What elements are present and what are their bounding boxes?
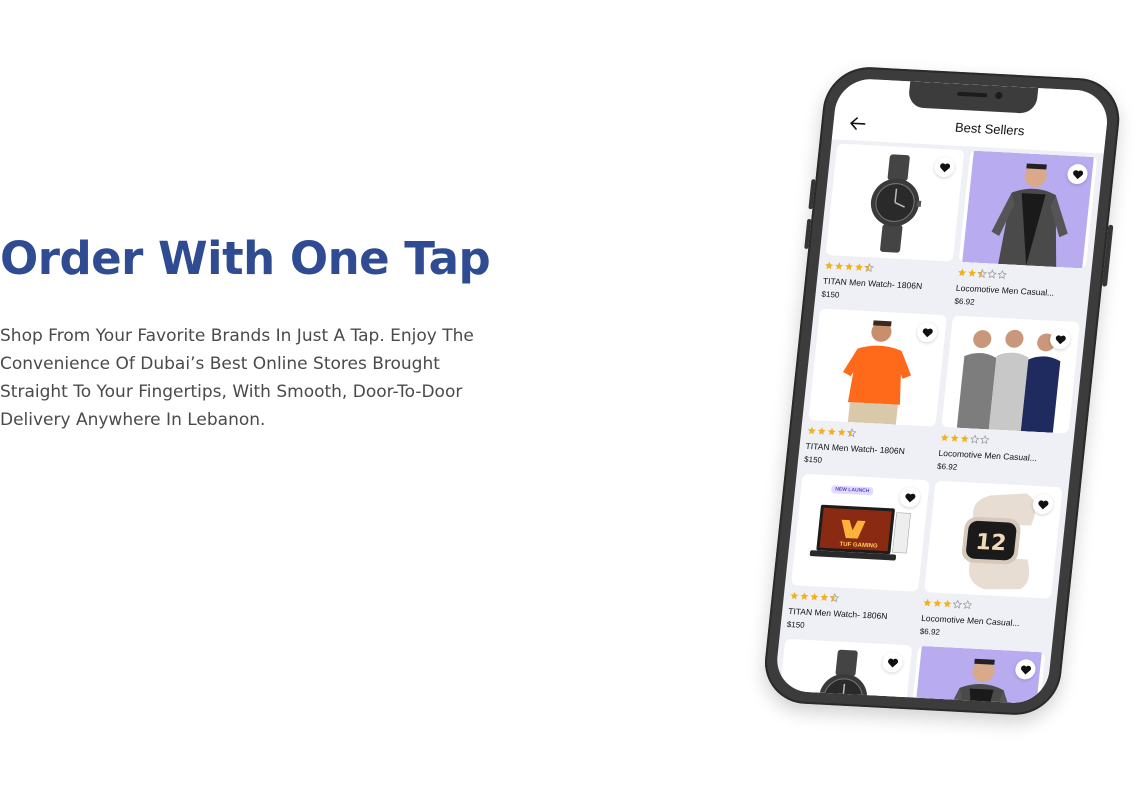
product-image[interactable] [906,645,1046,705]
star-icon [810,592,819,601]
star-icon [827,427,836,436]
phone-frame: Best Sellers TITAN Men Watch- 1806N $150… [760,65,1124,718]
star-icon [825,261,834,270]
star-icon [958,268,967,277]
star-icon [997,269,1008,280]
product-image[interactable]: NEW LAUNCH TUF GAMING [790,473,930,592]
rating-stars [824,261,952,278]
hero-title: Order With One Tap [0,232,491,285]
star-icon [807,426,816,435]
heart-icon [904,492,915,502]
star-icon [943,599,952,608]
star-icon [940,433,949,442]
phone-screen: Best Sellers TITAN Men Watch- 1806N $150… [773,77,1111,705]
product-card[interactable]: TITAN Men Watch- 1806N $150 [803,308,948,471]
product-price: $150 [821,289,840,300]
star-icon [845,262,854,271]
star-icon [829,593,840,603]
heart-icon [887,658,898,667]
product-image[interactable] [958,150,1098,269]
product-card[interactable]: 12 Locomotive Men Casual... $6.92 [919,480,1063,643]
star-icon [817,427,826,435]
hero-section: Order With One Tap Shop From Your Favori… [0,228,520,434]
rating-stars [789,591,917,608]
star-icon [923,598,932,607]
star-icon [835,262,844,270]
product-image[interactable] [773,638,913,705]
rating-stars [807,426,935,443]
phone-mockup: Best Sellers TITAN Men Watch- 1806N $150… [726,58,1142,763]
star-icon [790,591,799,600]
heart-icon [1037,499,1048,509]
star-icon [820,593,829,602]
star-icon [950,434,959,442]
star-icon [987,269,998,279]
front-camera [994,91,1003,100]
star-icon [933,599,942,607]
product-card[interactable]: Locomotive Men Casual... $6.92 [954,150,1098,312]
product-image[interactable] [941,315,1081,434]
hero-description: Shop From Your Favorite Brands In Just A… [0,326,474,430]
heart-icon [939,162,950,172]
star-icon [970,434,980,444]
star-icon [977,268,988,279]
product-price: $150 [803,454,823,465]
star-icon [980,435,990,445]
earpiece-speaker [957,91,988,98]
product-grid: TITAN Men Watch- 1806N $150 Locomotive M… [773,143,1098,705]
product-card[interactable] [773,638,913,705]
product-image[interactable] [808,308,948,427]
star-icon [837,428,846,436]
product-card[interactable]: TITAN Men Watch- 1806N $150 [821,143,965,306]
star-icon [847,428,857,438]
product-price: $6.92 [919,626,941,637]
star-icon [864,262,875,273]
product-card[interactable]: Locomotive Men Casual... $6.92 [936,315,1081,478]
product-price: $150 [786,619,806,630]
product-card[interactable]: NEW LAUNCH TUF GAMING TITAN Men Watch- 1… [786,473,930,636]
rating-stars [957,268,1085,285]
star-icon [960,434,969,443]
product-price: $6.92 [954,296,976,307]
star-icon [855,263,864,271]
star-icon [800,592,809,600]
heart-icon [1055,334,1066,344]
product-card[interactable] [904,645,1046,705]
heart-icon [922,327,933,337]
star-icon [962,600,973,610]
star-icon [952,599,963,609]
product-price: $6.92 [936,461,958,472]
product-image[interactable] [825,143,965,262]
product-image[interactable]: 12 [923,480,1063,599]
heart-icon [1020,665,1031,674]
svg-text:12: 12 [974,530,1007,556]
page-title: Best Sellers [954,119,1026,139]
rating-stars [940,433,1068,450]
star-icon [968,269,977,277]
rating-stars [922,598,1050,615]
heart-icon [1072,169,1083,179]
